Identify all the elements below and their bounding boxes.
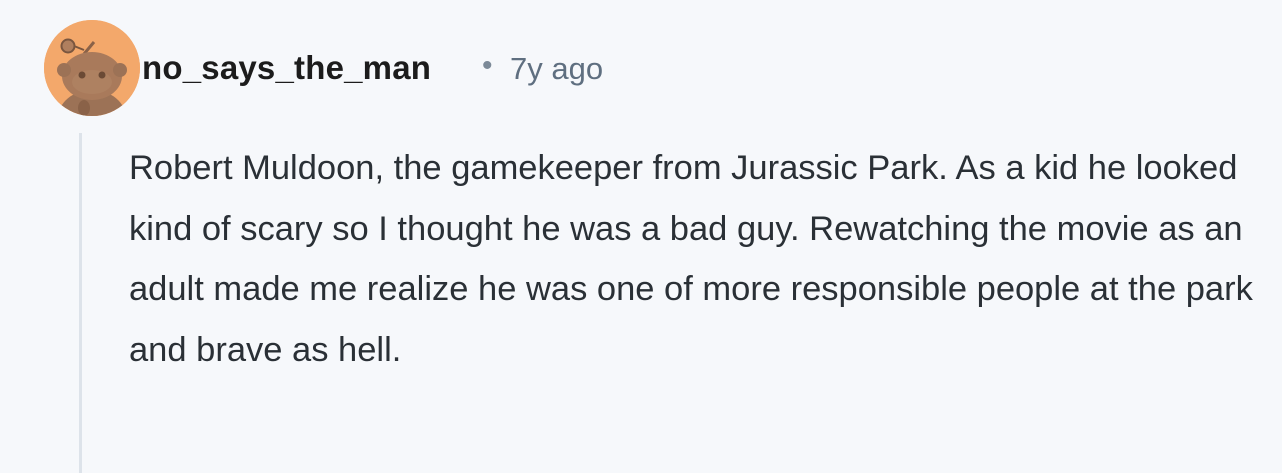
comment-timestamp[interactable]: 7y ago: [510, 47, 603, 91]
thread-collapse-line[interactable]: [79, 133, 82, 473]
snoo-avatar-icon: [44, 20, 140, 116]
comment-author-username[interactable]: no_says_the_man: [142, 46, 431, 90]
meta-separator: •: [482, 49, 493, 82]
comment-body: Robert Muldoon, the gamekeeper from Jura…: [129, 149, 1253, 369]
user-avatar[interactable]: [44, 20, 140, 116]
comment: no_says_the_man • 7y ago Robert Muldoon,…: [0, 0, 1282, 473]
